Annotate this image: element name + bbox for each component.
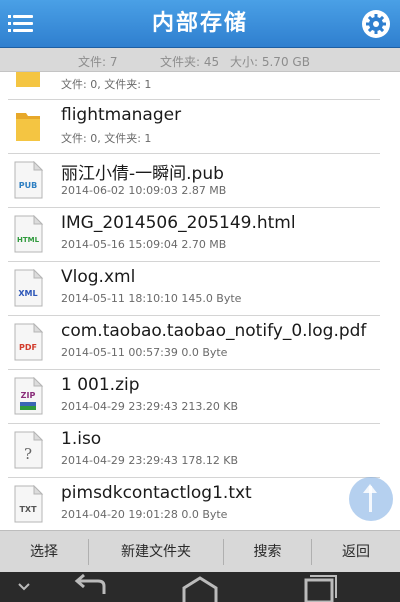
title-bar: 内部存储 [0, 0, 400, 48]
new-folder-button[interactable]: 新建文件夹 [89, 531, 223, 573]
file-name: com.taobao.taobao_notify_0.log.pdf [61, 321, 367, 341]
file-count: 文件: 7 [78, 55, 118, 69]
txt-file-icon: TXT [12, 484, 44, 523]
file-meta: 2014-04-29 23:29:43 178.12 KB [61, 454, 239, 467]
folder-count: 文件夹: 45 [160, 55, 220, 69]
svg-text:HTML: HTML [17, 236, 40, 244]
page-title: 内部存储 [151, 11, 248, 36]
system-nav-bar [0, 572, 400, 602]
gear-icon [366, 14, 386, 34]
select-button[interactable]: 选择 [0, 531, 88, 573]
file-meta: 2014-06-02 10:09:03 2.87 MB [61, 184, 227, 197]
total-size: 大小: 5.70 GB [230, 55, 310, 69]
bottom-toolbar: 选择 新建文件夹 搜索 返回 [0, 530, 400, 572]
file-list: 文件: 0, 文件夹: 1 flightmanager 文件: 0, 文件夹: … [0, 72, 400, 530]
zip-file-icon: ZIP [12, 376, 44, 415]
xml-file-icon: XML [12, 268, 44, 307]
file-meta: 2014-05-11 00:57:39 0.0 Byte [61, 346, 228, 359]
file-name: IMG_2014506_205149.html [61, 213, 296, 233]
file-meta: 2014-05-16 15:09:04 2.70 MB [61, 238, 227, 251]
svg-text:XML: XML [18, 289, 37, 298]
file-name: 1 001.zip [61, 375, 140, 395]
storage-stats-bar: 文件: 7 文件夹: 45 大小: 5.70 GB [0, 48, 400, 72]
list-item[interactable]: ZIP 1 001.zip 2014-04-29 23:29:43 213.20… [0, 370, 400, 424]
settings-button[interactable] [362, 10, 390, 38]
list-item[interactable]: 文件: 0, 文件夹: 1 [0, 72, 400, 100]
unknown-file-icon: ? [12, 430, 44, 469]
home-icon[interactable] [178, 572, 222, 602]
file-meta: 2014-05-11 18:10:10 145.0 Byte [61, 292, 242, 305]
list-item[interactable]: ? 1.iso 2014-04-29 23:29:43 178.12 KB [0, 424, 400, 478]
file-meta: 2014-04-20 19:01:28 0.0 Byte [61, 508, 228, 521]
file-meta: 文件: 0, 文件夹: 1 [61, 132, 152, 145]
pub-file-icon: PUB [12, 160, 44, 199]
svg-text:PUB: PUB [19, 181, 37, 190]
list-item[interactable]: PDF com.taobao.taobao_notify_0.log.pdf 2… [0, 316, 400, 370]
list-item[interactable]: XML Vlog.xml 2014-05-11 18:10:10 145.0 B… [0, 262, 400, 316]
chevron-down-icon[interactable] [14, 572, 34, 602]
svg-text:?: ? [24, 445, 32, 463]
file-name: Vlog.xml [61, 267, 136, 287]
file-manager-app: 内部存储 文件: 7 文件夹: 45 大小: 5.70 GB 文件: 0, 文件… [0, 0, 400, 602]
list-item[interactable]: PUB 丽江小倩-一瞬间.pub 2014-06-02 10:09:03 2.8… [0, 154, 400, 208]
folder-icon [12, 107, 44, 145]
file-name: flightmanager [61, 105, 182, 125]
back-icon[interactable] [68, 572, 112, 602]
file-name: 1.iso [61, 429, 102, 449]
html-file-icon: HTML [12, 214, 44, 253]
file-name: pimsdkcontactlog1.txt [61, 483, 252, 503]
list-item[interactable]: flightmanager 文件: 0, 文件夹: 1 [0, 100, 400, 154]
list-item[interactable]: HTML IMG_2014506_205149.html 2014-05-16 … [0, 208, 400, 262]
back-button[interactable]: 返回 [312, 531, 400, 573]
file-meta: 文件: 0, 文件夹: 1 [61, 78, 152, 91]
scroll-to-top-button[interactable] [349, 477, 393, 521]
folder-icon [12, 72, 44, 91]
search-button[interactable]: 搜索 [224, 531, 311, 573]
pdf-file-icon: PDF [12, 322, 44, 361]
svg-text:ZIP: ZIP [21, 391, 36, 400]
file-name: 丽江小倩-一瞬间.pub [61, 164, 224, 184]
svg-text:TXT: TXT [19, 505, 37, 514]
svg-text:PDF: PDF [19, 343, 37, 352]
file-meta: 2014-04-29 23:29:43 213.20 KB [61, 400, 239, 413]
list-item[interactable]: TXT pimsdkcontactlog1.txt 2014-04-20 19:… [0, 478, 400, 530]
recent-apps-icon[interactable] [296, 572, 340, 602]
